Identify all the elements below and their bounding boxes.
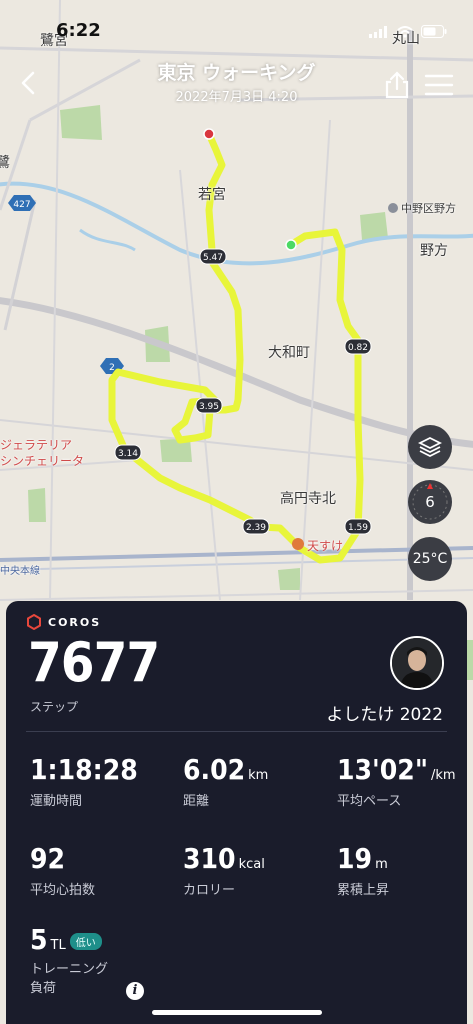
compass-value: 6 [425, 493, 435, 511]
hamburger-menu-icon [424, 74, 454, 96]
stat-calories: 310 kcal カロリー [183, 842, 265, 898]
coros-logo: COROS [26, 614, 101, 630]
svg-text:2.39: 2.39 [246, 523, 266, 533]
map-label: ジェラテリア [0, 438, 73, 452]
svg-text:1.59: 1.59 [348, 523, 368, 533]
training-load-badge: 低い [69, 933, 102, 950]
map-label: 中央本線 [0, 566, 40, 577]
user-avatar-icon [392, 638, 442, 688]
layers-icon [418, 436, 442, 458]
km-marker: 3.95 [195, 397, 223, 414]
activity-summary-card: COROS 7677 ステップ よしたけ 2022 1:18:28 運動時間 6… [6, 601, 467, 1024]
map-label: 鷺 [0, 155, 10, 171]
compass-button[interactable]: 6 [408, 480, 452, 524]
share-icon [385, 71, 409, 99]
layers-button[interactable] [408, 425, 452, 469]
status-bar: 6:22 [0, 0, 473, 52]
stat-elevation-gain: 19 m 累積上昇 [337, 842, 390, 898]
stat-training-load: 5 TL 低い トレーニング 負荷 [30, 923, 109, 996]
home-indicator[interactable] [152, 1010, 322, 1015]
coros-logo-icon [27, 614, 41, 630]
svg-text:0.82: 0.82 [348, 343, 368, 353]
steps-label: ステップ [30, 700, 79, 714]
km-marker: 3.14 [114, 444, 142, 461]
menu-button[interactable] [424, 72, 454, 98]
stat-duration: 1:18:28 運動時間 [30, 753, 138, 809]
wifi-icon [397, 23, 413, 42]
divider [26, 731, 447, 732]
svg-text:427: 427 [13, 200, 30, 210]
steps-value: 7677 [28, 631, 160, 694]
svg-text:5.47: 5.47 [203, 253, 223, 263]
restaurant-pin-icon [292, 538, 304, 550]
status-time: 6:22 [56, 20, 101, 41]
km-marker: 0.82 [344, 338, 372, 355]
signal-icon [369, 23, 389, 42]
temperature: 25°C [412, 551, 448, 567]
weather-button[interactable]: 25°C [408, 537, 452, 581]
map-label: シンチェリータ [0, 454, 85, 468]
svg-text:3.14: 3.14 [118, 449, 138, 459]
avatar[interactable] [390, 636, 444, 690]
km-marker: 1.59 [344, 518, 372, 535]
stat-distance: 6.02 km 距離 [183, 753, 269, 809]
km-marker: 2.39 [242, 518, 270, 535]
svg-text:3.95: 3.95 [199, 402, 219, 412]
map-label: 野方 [420, 243, 448, 259]
map-label-landmark: 中野区野方 [388, 200, 456, 216]
start-point-marker [285, 239, 297, 251]
landmark-pin-icon [388, 203, 398, 213]
username: よしたけ 2022 [326, 705, 443, 725]
map-label: 天すけ [307, 539, 344, 553]
end-point-marker [203, 128, 215, 140]
stat-avg-pace: 13'02"/km 平均ペース [337, 753, 456, 809]
map-label: 若宮 [198, 187, 226, 203]
map-label: 大和町 [268, 345, 310, 361]
share-button[interactable] [382, 70, 412, 100]
stat-avg-heart-rate: 92 平均心拍数 [30, 842, 96, 898]
km-marker: 5.47 [199, 248, 227, 265]
battery-icon [421, 23, 447, 42]
info-icon[interactable]: i [126, 982, 144, 1000]
map-label: 高円寺北 [280, 491, 336, 507]
